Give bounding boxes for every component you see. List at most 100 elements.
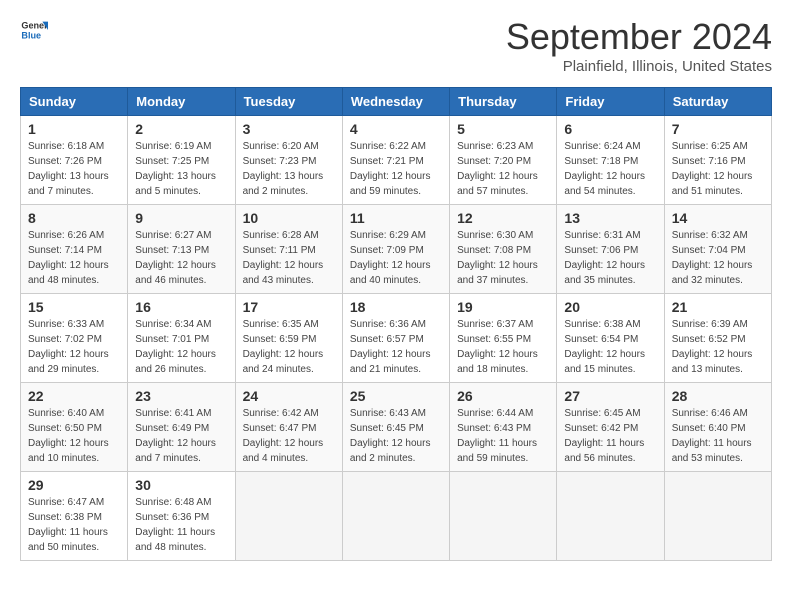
day-cell-20: 20 Sunrise: 6:38 AMSunset: 6:54 PMDayligh…: [557, 294, 664, 383]
day-detail: Sunrise: 6:24 AMSunset: 7:18 PMDaylight:…: [564, 139, 656, 199]
day-number: 14: [672, 210, 764, 226]
day-detail: Sunrise: 6:42 AMSunset: 6:47 PMDaylight:…: [243, 406, 335, 466]
day-number: 30: [135, 477, 227, 493]
day-detail: Sunrise: 6:33 AMSunset: 7:02 PMDaylight:…: [28, 317, 120, 377]
day-detail: Sunrise: 6:25 AMSunset: 7:16 PMDaylight:…: [672, 139, 764, 199]
empty-cell: [235, 472, 342, 561]
day-cell-6: 6 Sunrise: 6:24 AMSunset: 7:18 PMDaylight…: [557, 116, 664, 205]
day-detail: Sunrise: 6:40 AMSunset: 6:50 PMDaylight:…: [28, 406, 120, 466]
day-cell-1: 1Sunrise: 6:18 AMSunset: 7:26 PMDaylight…: [21, 116, 128, 205]
day-cell-14: 14Sunrise: 6:32 AMSunset: 7:04 PMDayligh…: [664, 205, 771, 294]
day-detail: Sunrise: 6:43 AMSunset: 6:45 PMDaylight:…: [350, 406, 442, 466]
day-cell-10: 10Sunrise: 6:28 AMSunset: 7:11 PMDayligh…: [235, 205, 342, 294]
day-number: 15: [28, 299, 120, 315]
day-cell-27: 27 Sunrise: 6:45 AMSunset: 6:42 PMDayligh…: [557, 383, 664, 472]
logo: General Blue: [20, 16, 48, 44]
day-cell-19: 19Sunrise: 6:37 AMSunset: 6:55 PMDayligh…: [450, 294, 557, 383]
day-cell-8: 8 Sunrise: 6:26 AMSunset: 7:14 PMDaylight…: [21, 205, 128, 294]
header-tuesday: Tuesday: [235, 88, 342, 116]
day-detail: Sunrise: 6:19 AMSunset: 7:25 PMDaylight:…: [135, 139, 227, 199]
week-row-3: 15 Sunrise: 6:33 AMSunset: 7:02 PMDayligh…: [21, 294, 772, 383]
day-cell-9: 9 Sunrise: 6:27 AMSunset: 7:13 PMDaylight…: [128, 205, 235, 294]
day-number: 8: [28, 210, 120, 226]
day-number: 1: [28, 121, 120, 137]
day-detail: Sunrise: 6:31 AMSunset: 7:06 PMDaylight:…: [564, 228, 656, 288]
week-row-5: 29 Sunrise: 6:47 AMSunset: 6:38 PMDayligh…: [21, 472, 772, 561]
day-cell-25: 25 Sunrise: 6:43 AMSunset: 6:45 PMDayligh…: [342, 383, 449, 472]
day-detail: Sunrise: 6:26 AMSunset: 7:14 PMDaylight:…: [28, 228, 120, 288]
calendar-title: September 2024: [506, 16, 772, 58]
day-number: 26: [457, 388, 549, 404]
title-area: September 2024 Plainfield, Illinois, Uni…: [506, 16, 772, 75]
day-cell-23: 23Sunrise: 6:41 AMSunset: 6:49 PMDayligh…: [128, 383, 235, 472]
day-number: 25: [350, 388, 442, 404]
header-sunday: Sunday: [21, 88, 128, 116]
day-cell-15: 15 Sunrise: 6:33 AMSunset: 7:02 PMDayligh…: [21, 294, 128, 383]
header-thursday: Thursday: [450, 88, 557, 116]
day-number: 17: [243, 299, 335, 315]
day-cell-2: 2 Sunrise: 6:19 AMSunset: 7:25 PMDaylight…: [128, 116, 235, 205]
day-number: 29: [28, 477, 120, 493]
day-detail: Sunrise: 6:20 AMSunset: 7:23 PMDaylight:…: [243, 139, 335, 199]
day-detail: Sunrise: 6:30 AMSunset: 7:08 PMDaylight:…: [457, 228, 549, 288]
day-detail: Sunrise: 6:48 AMSunset: 6:36 PMDaylight:…: [135, 495, 227, 555]
day-detail: Sunrise: 6:38 AMSunset: 6:54 PMDaylight:…: [564, 317, 656, 377]
day-number: 7: [672, 121, 764, 137]
day-cell-12: 12Sunrise: 6:30 AMSunset: 7:08 PMDayligh…: [450, 205, 557, 294]
day-number: 9: [135, 210, 227, 226]
day-number: 5: [457, 121, 549, 137]
day-detail: Sunrise: 6:22 AMSunset: 7:21 PMDaylight:…: [350, 139, 442, 199]
day-number: 20: [564, 299, 656, 315]
day-detail: Sunrise: 6:27 AMSunset: 7:13 PMDaylight:…: [135, 228, 227, 288]
week-row-4: 22 Sunrise: 6:40 AMSunset: 6:50 PMDayligh…: [21, 383, 772, 472]
svg-text:Blue: Blue: [21, 30, 41, 40]
week-row-1: 1Sunrise: 6:18 AMSunset: 7:26 PMDaylight…: [21, 116, 772, 205]
day-number: 2: [135, 121, 227, 137]
day-detail: Sunrise: 6:28 AMSunset: 7:11 PMDaylight:…: [243, 228, 335, 288]
header-saturday: Saturday: [664, 88, 771, 116]
day-detail: Sunrise: 6:34 AMSunset: 7:01 PMDaylight:…: [135, 317, 227, 377]
day-cell-29: 29 Sunrise: 6:47 AMSunset: 6:38 PMDayligh…: [21, 472, 128, 561]
day-cell-28: 28Sunrise: 6:46 AMSunset: 6:40 PMDayligh…: [664, 383, 771, 472]
page-header: General Blue September 2024 Plainfield, …: [20, 16, 772, 75]
day-detail: Sunrise: 6:23 AMSunset: 7:20 PMDaylight:…: [457, 139, 549, 199]
day-number: 11: [350, 210, 442, 226]
day-detail: Sunrise: 6:44 AMSunset: 6:43 PMDaylight:…: [457, 406, 549, 466]
day-cell-17: 17 Sunrise: 6:35 AMSunset: 6:59 PMDayligh…: [235, 294, 342, 383]
day-number: 21: [672, 299, 764, 315]
header-friday: Friday: [557, 88, 664, 116]
header-wednesday: Wednesday: [342, 88, 449, 116]
day-cell-26: 26 Sunrise: 6:44 AMSunset: 6:43 PMDayligh…: [450, 383, 557, 472]
day-cell-21: 21Sunrise: 6:39 AMSunset: 6:52 PMDayligh…: [664, 294, 771, 383]
day-cell-22: 22 Sunrise: 6:40 AMSunset: 6:50 PMDayligh…: [21, 383, 128, 472]
day-cell-11: 11 Sunrise: 6:29 AMSunset: 7:09 PMDayligh…: [342, 205, 449, 294]
week-row-2: 8 Sunrise: 6:26 AMSunset: 7:14 PMDaylight…: [21, 205, 772, 294]
day-number: 23: [135, 388, 227, 404]
day-number: 3: [243, 121, 335, 137]
day-number: 24: [243, 388, 335, 404]
day-detail: Sunrise: 6:45 AMSunset: 6:42 PMDaylight:…: [564, 406, 656, 466]
day-cell-18: 18 Sunrise: 6:36 AMSunset: 6:57 PMDayligh…: [342, 294, 449, 383]
day-cell-4: 4Sunrise: 6:22 AMSunset: 7:21 PMDaylight…: [342, 116, 449, 205]
days-header-row: SundayMondayTuesdayWednesdayThursdayFrid…: [21, 88, 772, 116]
day-detail: Sunrise: 6:35 AMSunset: 6:59 PMDaylight:…: [243, 317, 335, 377]
day-cell-16: 16 Sunrise: 6:34 AMSunset: 7:01 PMDayligh…: [128, 294, 235, 383]
calendar-table: SundayMondayTuesdayWednesdayThursdayFrid…: [20, 87, 772, 561]
day-cell-13: 13Sunrise: 6:31 AMSunset: 7:06 PMDayligh…: [557, 205, 664, 294]
day-cell-7: 7 Sunrise: 6:25 AMSunset: 7:16 PMDaylight…: [664, 116, 771, 205]
day-detail: Sunrise: 6:36 AMSunset: 6:57 PMDaylight:…: [350, 317, 442, 377]
day-cell-5: 5 Sunrise: 6:23 AMSunset: 7:20 PMDaylight…: [450, 116, 557, 205]
day-number: 22: [28, 388, 120, 404]
day-detail: Sunrise: 6:47 AMSunset: 6:38 PMDaylight:…: [28, 495, 120, 555]
day-number: 28: [672, 388, 764, 404]
empty-cell: [664, 472, 771, 561]
day-number: 6: [564, 121, 656, 137]
header-monday: Monday: [128, 88, 235, 116]
day-number: 16: [135, 299, 227, 315]
empty-cell: [342, 472, 449, 561]
day-number: 18: [350, 299, 442, 315]
day-number: 27: [564, 388, 656, 404]
empty-cell: [557, 472, 664, 561]
empty-cell: [450, 472, 557, 561]
day-detail: Sunrise: 6:29 AMSunset: 7:09 PMDaylight:…: [350, 228, 442, 288]
